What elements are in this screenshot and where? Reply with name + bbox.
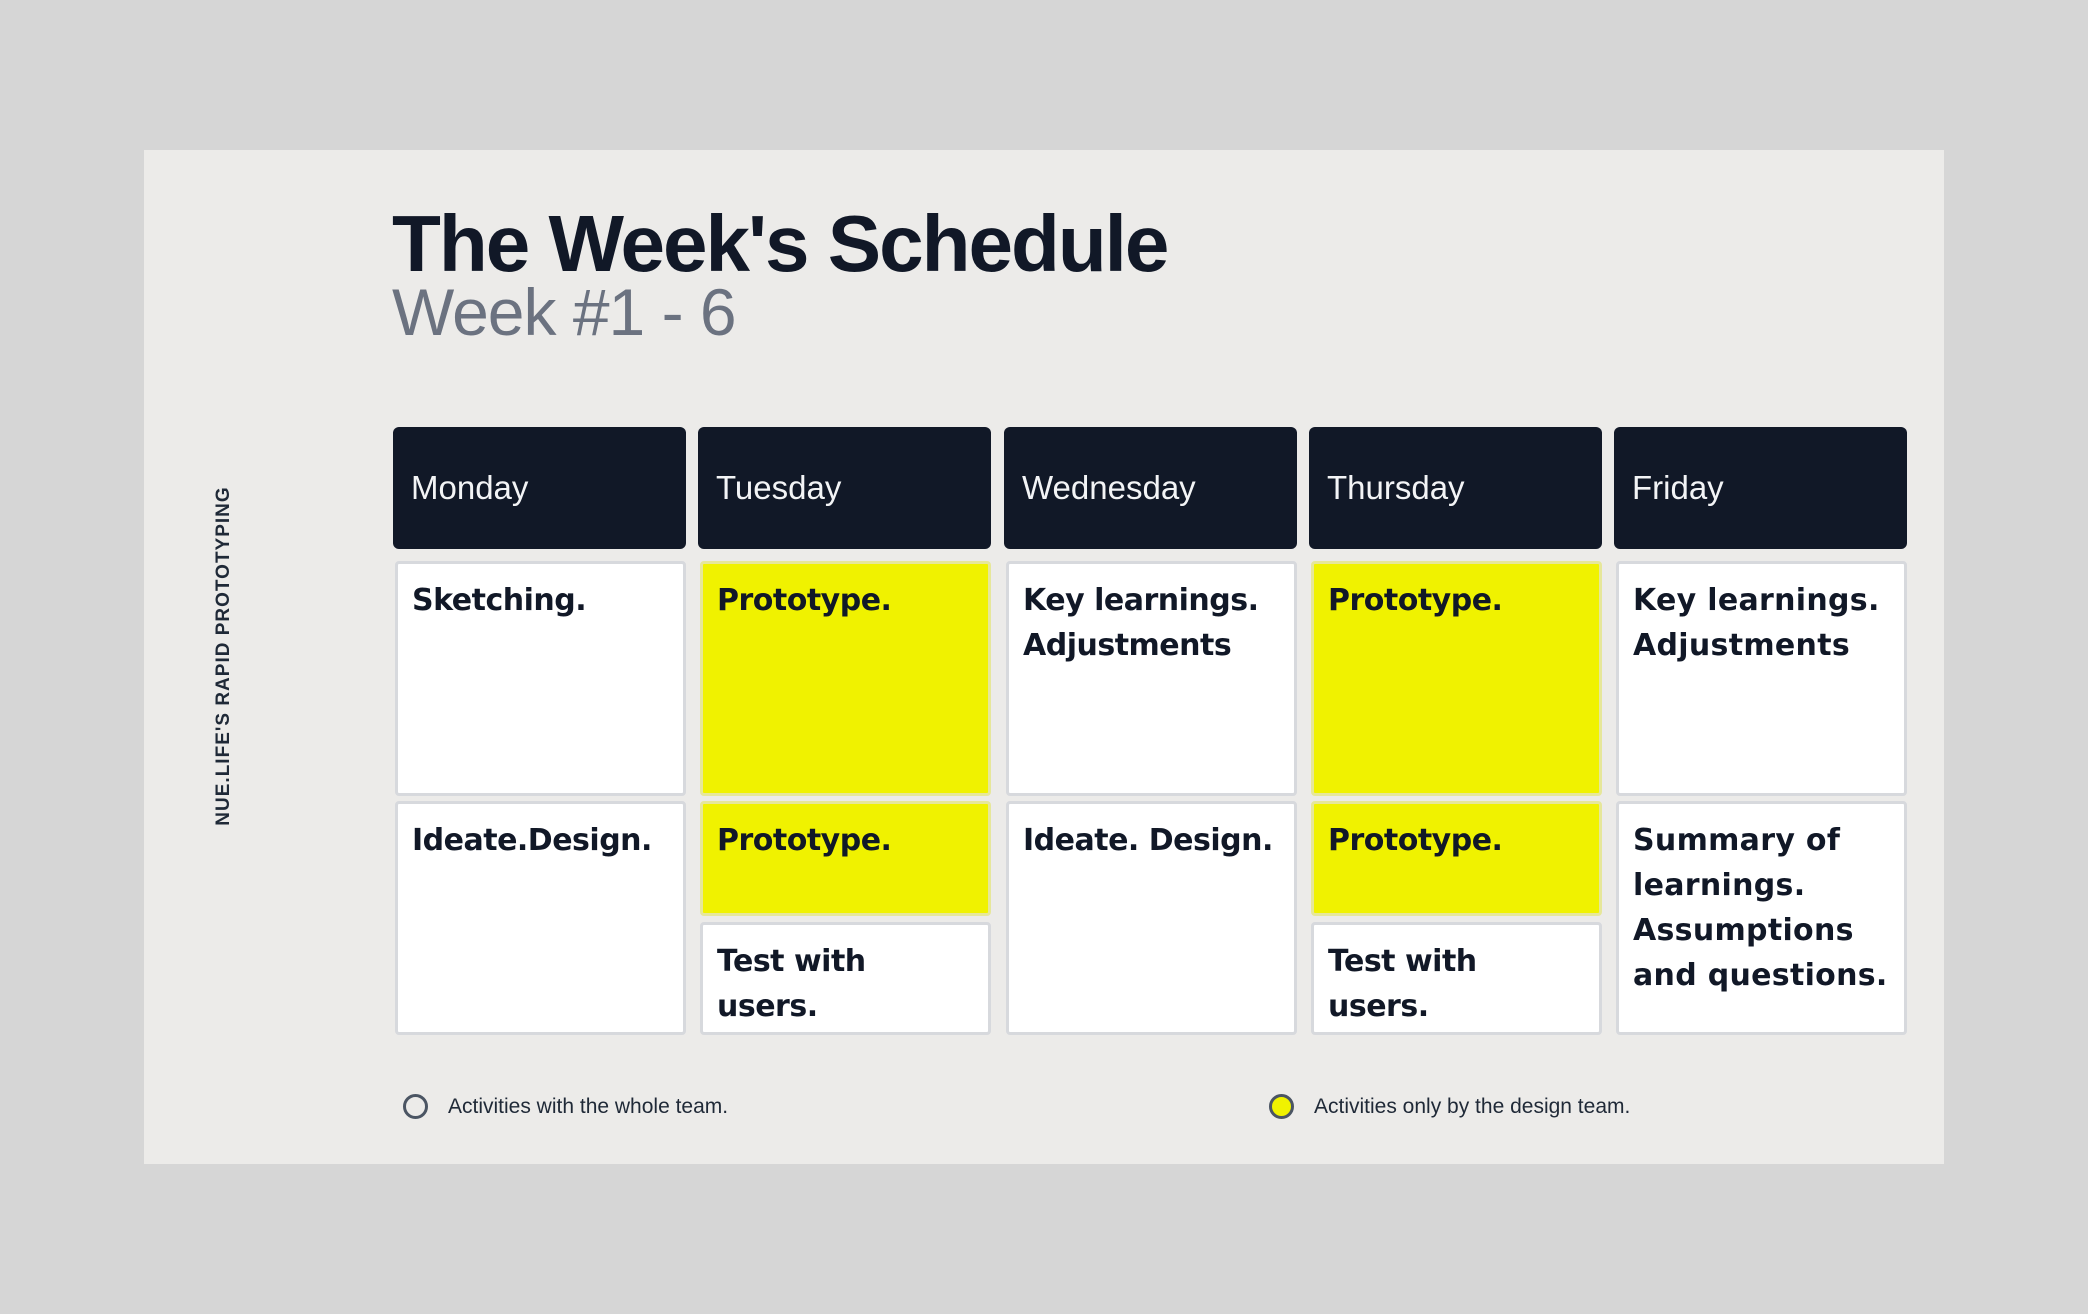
activity-cell-friday-2: Summary of learnings. Assumptions and qu… (1616, 801, 1907, 1035)
activity-cell-monday-2: Ideate.Design. (395, 801, 686, 1035)
legend-label: Activities with the whole team. (448, 1094, 729, 1118)
activity-cell-wednesday-1: Key learnings. Adjustments (1006, 561, 1297, 796)
activity-cell-tuesday-3: Test with users. (700, 922, 991, 1035)
page-subtitle: Week #1 - 6 (392, 275, 737, 349)
day-header-thursday: Thursday (1309, 427, 1602, 549)
activity-cell-tuesday-1: Prototype. (700, 561, 991, 796)
yellow-circle-icon (1269, 1094, 1294, 1119)
activity-cell-monday-1: Sketching. (395, 561, 686, 796)
side-label: NUE.LIFE'S RAPID PROTOTYPING (213, 486, 234, 826)
hollow-circle-icon (403, 1094, 428, 1119)
activity-cell-thursday-2: Prototype. (1311, 801, 1602, 916)
activity-cell-tuesday-2: Prototype. (700, 801, 991, 916)
schedule-grid: Monday Tuesday Wednesday Thursday Friday… (393, 427, 1907, 1035)
legend-item-whole-team: Activities with the whole team. (403, 1094, 728, 1119)
day-header-wednesday: Wednesday (1004, 427, 1297, 549)
day-header-friday: Friday (1614, 427, 1907, 549)
legend-item-design-team: Activities only by the design team. (1269, 1094, 1630, 1119)
activity-cell-thursday-1: Prototype. (1311, 561, 1602, 796)
activity-cell-wednesday-2: Ideate. Design. (1006, 801, 1297, 1035)
legend-label: Activities only by the design team. (1314, 1094, 1631, 1118)
day-header-monday: Monday (393, 427, 686, 549)
activity-cell-friday-1: Key learnings. Adjustments (1616, 561, 1907, 796)
day-header-tuesday: Tuesday (698, 427, 991, 549)
activity-cell-thursday-3: Test with users. (1311, 922, 1602, 1035)
